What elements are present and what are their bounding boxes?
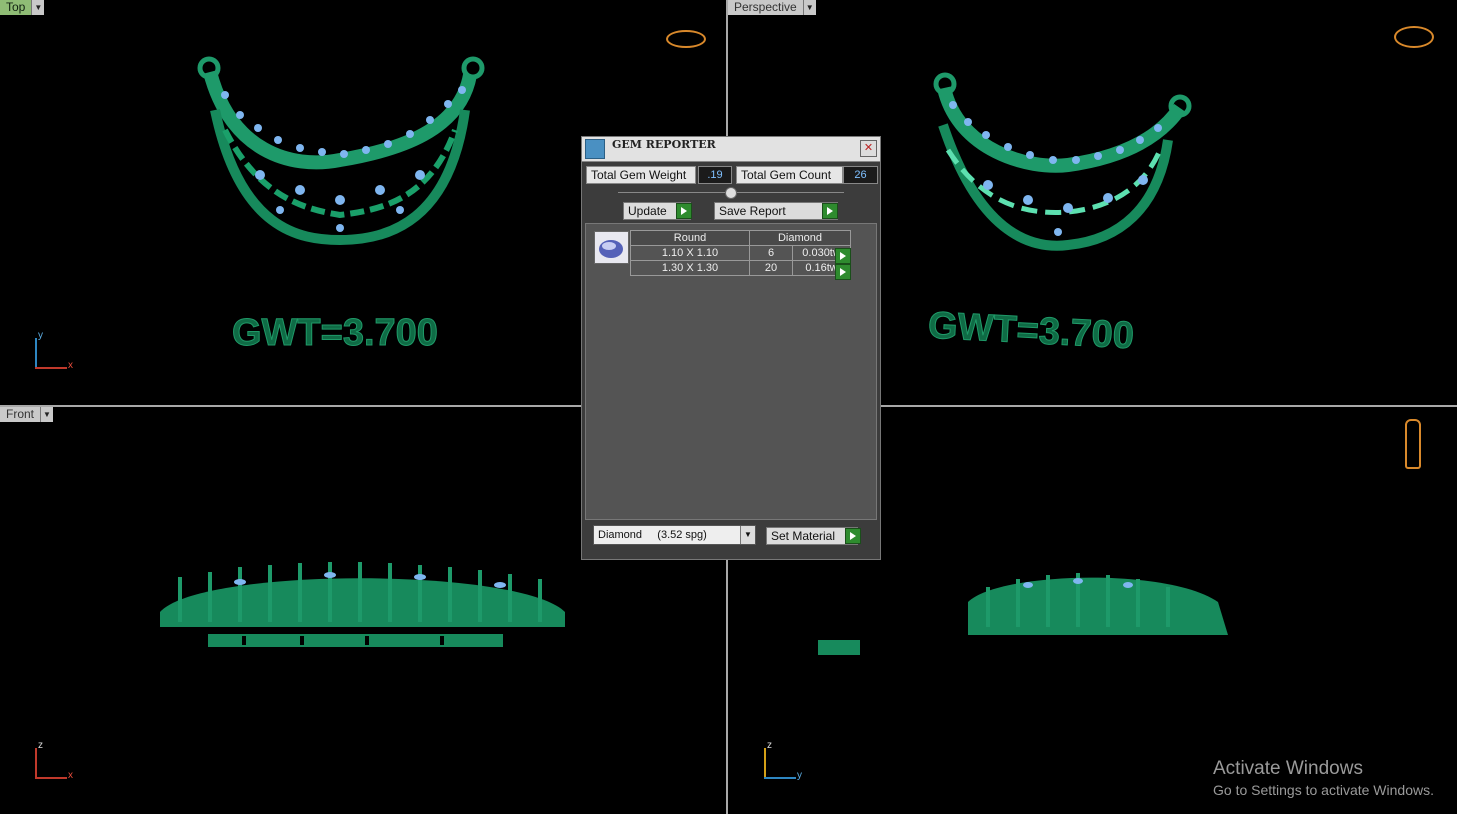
axis-label-y: y (797, 770, 802, 781)
view-cube-icon[interactable] (666, 30, 706, 48)
gem-reporter-dialog[interactable]: GEM REPORTER ✕ Total Gem Weight .19 Tota… (581, 136, 881, 560)
total-gem-weight-label: Total Gem Weight (586, 166, 696, 184)
axis-label-x: x (68, 770, 73, 781)
axis-label-z: z (38, 740, 43, 751)
axis-indicator: y x (35, 330, 75, 372)
save-report-button[interactable]: Save Report (714, 202, 838, 220)
table-row[interactable]: 1.10 X 1.10 6 0.030tw (630, 245, 851, 261)
chevron-down-icon[interactable]: ▼ (740, 526, 755, 544)
round-gem-icon (594, 231, 629, 264)
table-row[interactable]: 1.30 X 1.30 20 0.16tw (630, 260, 851, 276)
axis-label-z: z (767, 740, 772, 751)
update-go-icon[interactable] (676, 203, 692, 219)
close-button[interactable]: ✕ (860, 140, 877, 157)
axis-indicator: z x (35, 740, 75, 782)
gwt-annotation: GWT=3.700 (232, 312, 439, 355)
watermark-subtitle: Go to Settings to activate Windows. (1213, 782, 1434, 798)
total-gem-count-value: 26 (843, 166, 878, 184)
activation-watermark: Activate Windows Go to Settings to activ… (1213, 758, 1434, 798)
total-gem-count-label: Total Gem Count (736, 166, 843, 184)
gem-count: 6 (748, 245, 794, 261)
gem-size: 1.30 X 1.30 (630, 260, 750, 276)
gem-list-panel[interactable]: Round Diamond 1.10 X 1.10 6 0.030tw 1.30… (585, 223, 877, 520)
row-select-go-icon[interactable] (835, 264, 851, 280)
view-cube-icon[interactable] (1394, 26, 1434, 48)
row-select-go-icon[interactable] (835, 248, 851, 264)
set-material-go-icon[interactable] (845, 528, 861, 544)
collapse-toggle-icon[interactable] (725, 187, 737, 199)
watermark-title: Activate Windows (1213, 758, 1363, 779)
material-select[interactable]: Diamond (3.52 spg) ▼ (593, 525, 756, 545)
gem-size: 1.10 X 1.10 (630, 245, 750, 261)
shape-header: Round (630, 230, 750, 246)
total-gem-weight-value: .19 (698, 166, 732, 184)
dialog-title: GEM REPORTER (612, 138, 716, 151)
material-select-value: Diamond (3.52 spg) (598, 529, 707, 541)
material-header: Diamond (749, 230, 851, 246)
save-report-go-icon[interactable] (822, 203, 838, 219)
axis-indicator: z y (764, 740, 804, 782)
view-cube-icon[interactable] (1405, 419, 1421, 469)
axis-label-y: y (38, 330, 43, 341)
gem-count: 20 (748, 260, 794, 276)
gem-table: Round Diamond 1.10 X 1.10 6 0.030tw 1.30… (630, 230, 851, 276)
dialog-titlebar[interactable]: GEM REPORTER ✕ (582, 137, 880, 162)
gem-reporter-icon (585, 139, 605, 159)
axis-label-x: x (68, 360, 73, 371)
